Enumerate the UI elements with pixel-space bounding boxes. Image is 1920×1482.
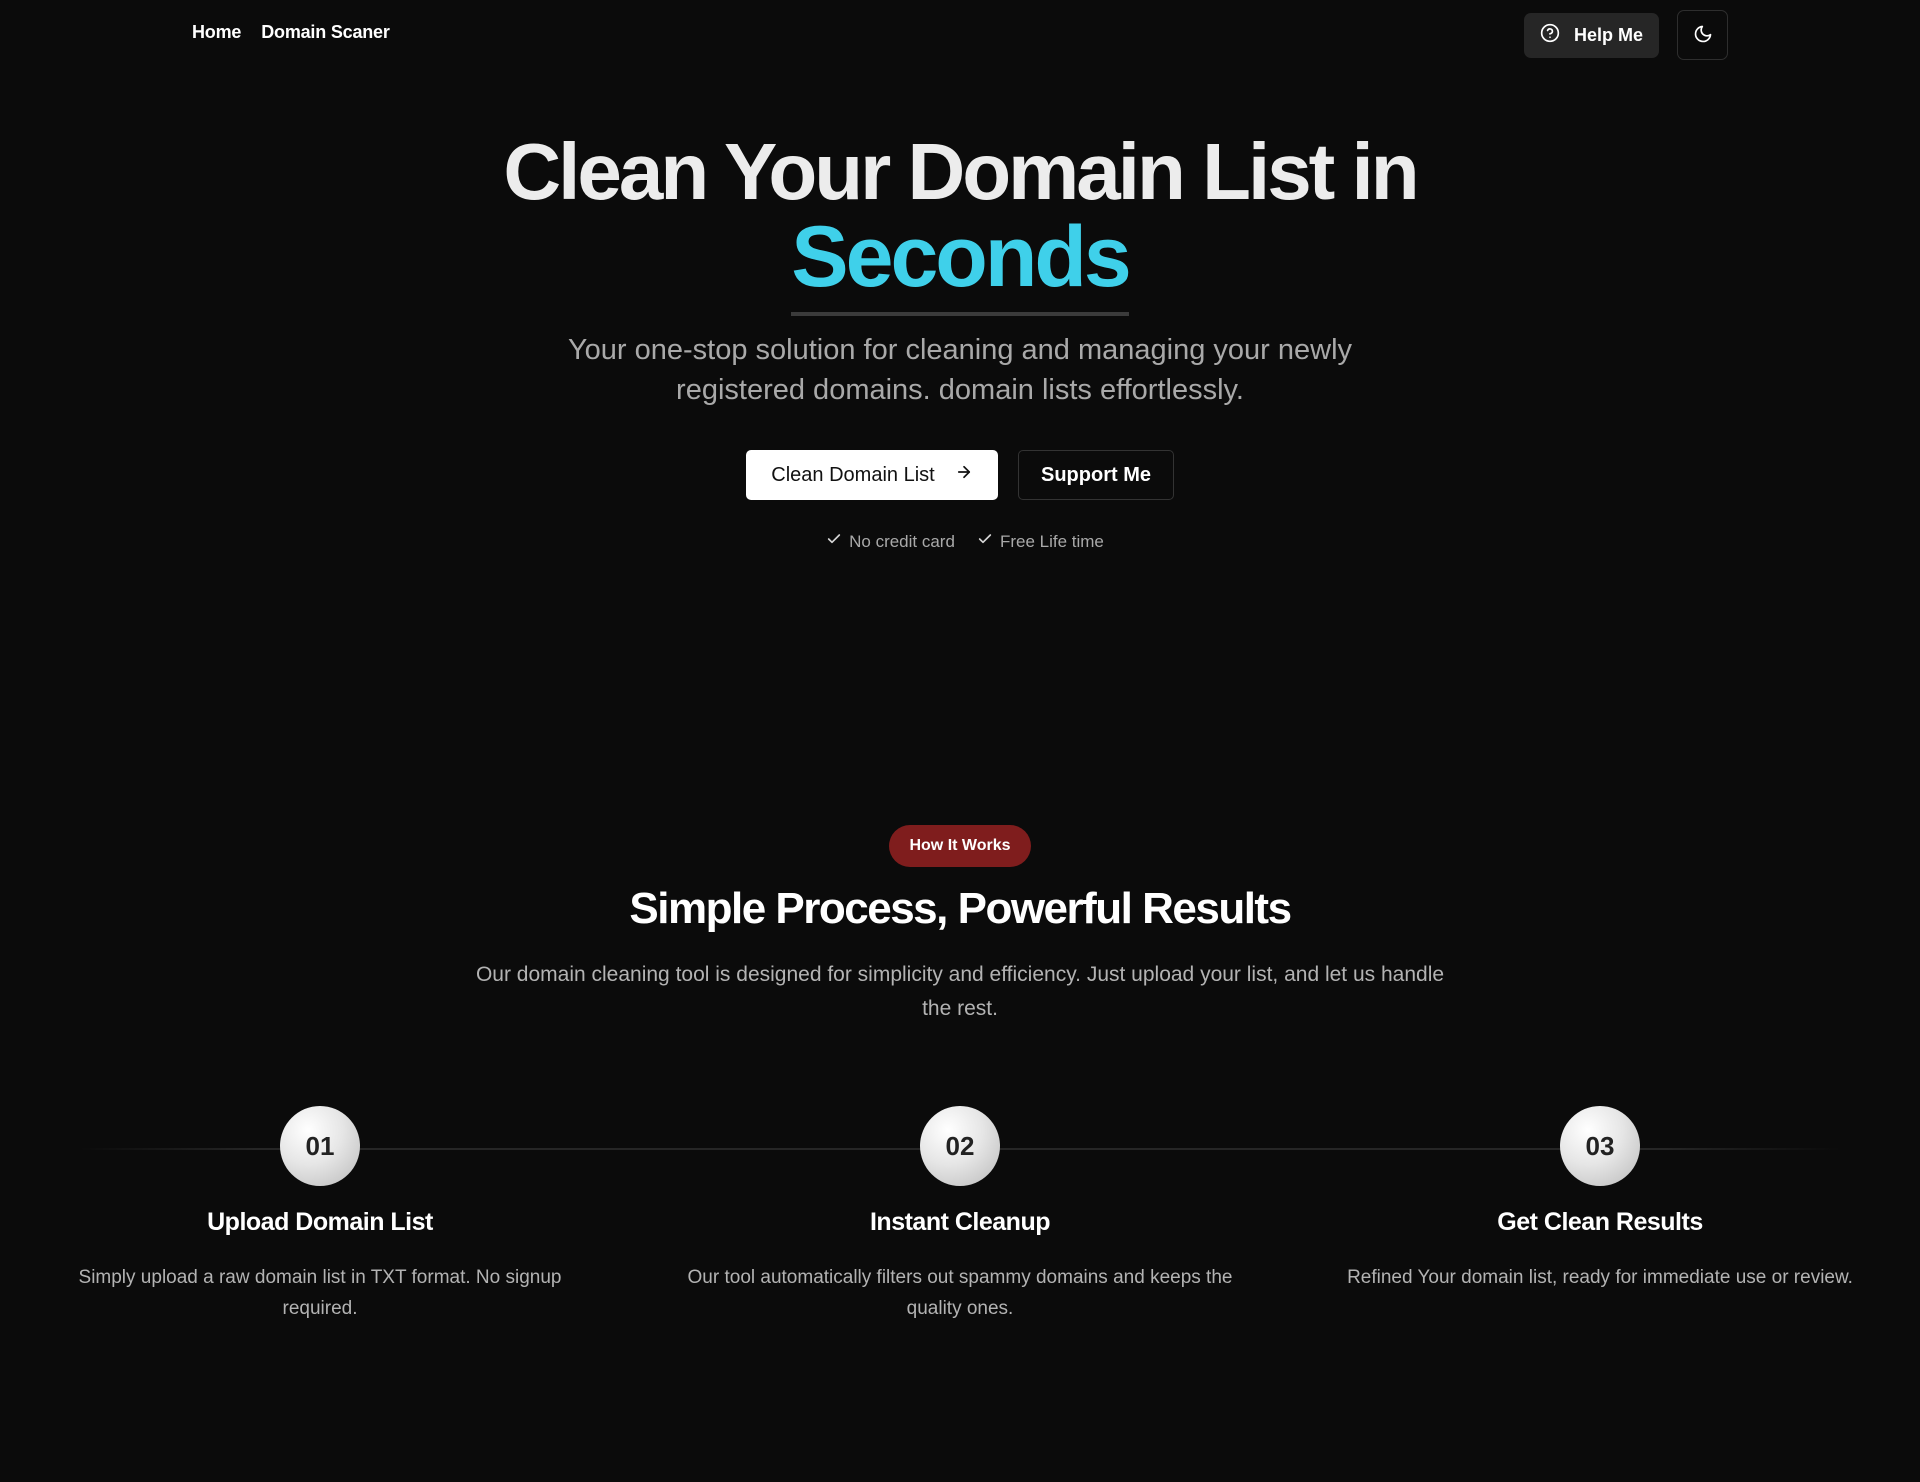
step-title: Get Clean Results [1497, 1208, 1703, 1236]
arrow-right-icon [955, 463, 973, 487]
hero-title-accent: Seconds [791, 212, 1132, 316]
clean-domain-list-label: Clean Domain List [771, 463, 935, 486]
section-badge-wrap: How It Works [0, 825, 1920, 867]
hero-cta-row: Clean Domain List Support Me [0, 450, 1920, 500]
check-label: Free Life time [999, 531, 1104, 551]
nav-link-domain-scaner[interactable]: Domain Scaner [261, 22, 390, 43]
step-description: Simply upload a raw domain list in TXT f… [78, 1267, 562, 1319]
help-circle-icon [1540, 23, 1560, 48]
step-description: Refined Your domain list, ready for imme… [1347, 1267, 1853, 1288]
hero-accent-wrap: Seconds [0, 212, 1920, 316]
check-label: No credit card [849, 531, 955, 551]
check-icon [977, 531, 993, 552]
step-card: 02 Instant Cleanup Our tool automaticall… [640, 1106, 1280, 1324]
step-title: Upload Domain List [207, 1208, 433, 1236]
check-icon [826, 531, 842, 552]
page: Home Domain Scaner Help Me Clean Your Do… [0, 0, 1920, 1482]
check-item: No credit card [826, 531, 955, 552]
nav-links: Home Domain Scaner [192, 22, 390, 43]
help-button[interactable]: Help Me [1524, 13, 1659, 58]
section-subtitle: Our domain cleaning tool is designed for… [475, 963, 1445, 1020]
check-item: Free Life time [977, 531, 1104, 552]
step-card: 03 Get Clean Results Refined Your domain… [1280, 1106, 1920, 1293]
hero-subtitle: Your one-stop solution for cleaning and … [567, 334, 1353, 406]
support-me-button[interactable]: Support Me [1018, 450, 1174, 500]
step-title: Instant Cleanup [869, 1208, 1051, 1236]
help-button-label: Help Me [1573, 25, 1643, 45]
nav-link-home[interactable]: Home [192, 22, 241, 43]
moon-icon [1693, 24, 1713, 47]
step-number: 03 [1560, 1106, 1640, 1186]
step-description: Our tool automatically filters out spamm… [687, 1267, 1233, 1319]
section-title: Simple Process, Powerful Results [629, 884, 1292, 933]
clean-domain-list-button[interactable]: Clean Domain List [746, 450, 998, 500]
top-nav: Home Domain Scaner Help Me [0, 0, 1920, 72]
hero-checks: No credit card Free Life time [0, 531, 1920, 552]
step-number: 01 [280, 1106, 360, 1186]
how-it-works-badge: How It Works [889, 825, 1031, 867]
step-card: 01 Upload Domain List Simply upload a ra… [0, 1106, 640, 1324]
theme-toggle-button[interactable] [1677, 10, 1728, 60]
hero-title: Clean Your Domain List in [503, 127, 1419, 216]
step-number: 02 [920, 1106, 1000, 1186]
